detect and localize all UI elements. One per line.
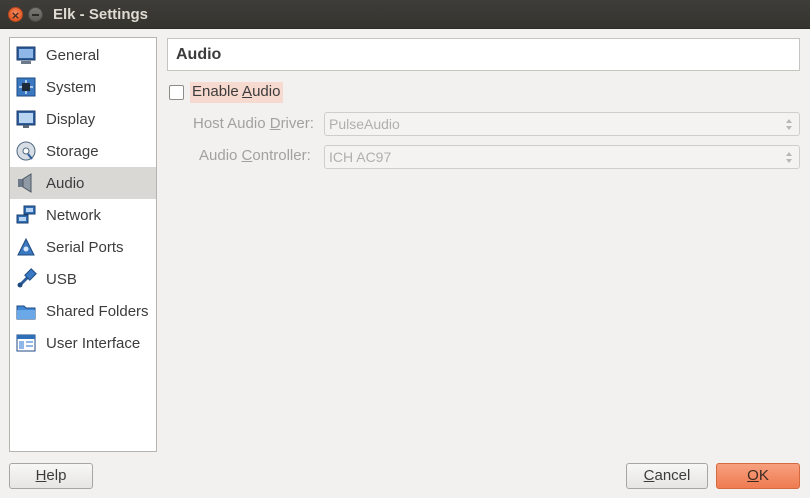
button-mnemonic: H bbox=[35, 467, 47, 484]
enable-audio-checkbox[interactable] bbox=[169, 85, 184, 100]
button-label: elp bbox=[46, 467, 67, 484]
sidebar-item-label: General bbox=[46, 46, 100, 64]
general-icon bbox=[15, 44, 37, 66]
sidebar-item-label: Network bbox=[46, 206, 102, 224]
enable-audio-label[interactable]: Enable Audio bbox=[190, 82, 284, 103]
label-mnemonic: A bbox=[242, 83, 253, 100]
label-text: Host Audio bbox=[193, 115, 270, 132]
sidebar-item-label: Serial Ports bbox=[46, 238, 124, 256]
display-icon bbox=[15, 108, 37, 130]
label-text: Enable bbox=[192, 83, 243, 100]
network-icon bbox=[15, 204, 37, 226]
sidebar-item-label: User Interface bbox=[46, 334, 141, 352]
settings-sidebar: General System Display Storage Audio Net… bbox=[9, 37, 157, 452]
close-window-button[interactable]: × bbox=[8, 7, 23, 22]
label-mnemonic: C bbox=[241, 147, 253, 164]
shared-folders-icon bbox=[15, 300, 37, 322]
audio-controller-label: Audio Controller: bbox=[199, 147, 311, 164]
sidebar-item-label: USB bbox=[46, 270, 77, 288]
sidebar-item-serial-ports[interactable]: Serial Ports bbox=[10, 231, 156, 263]
spin-arrows-icon bbox=[786, 119, 792, 130]
sidebar-item-label: Shared Folders bbox=[46, 302, 149, 320]
usb-icon bbox=[15, 268, 37, 290]
help-button[interactable]: Help bbox=[9, 463, 93, 489]
spin-arrows-icon bbox=[786, 152, 792, 163]
page-title: Audio bbox=[176, 46, 222, 63]
sidebar-item-audio[interactable]: Audio bbox=[10, 167, 156, 199]
button-label: ancel bbox=[654, 467, 691, 484]
sidebar-item-storage[interactable]: Storage bbox=[10, 135, 156, 167]
button-mnemonic: C bbox=[643, 467, 655, 484]
label-mnemonic: D bbox=[269, 115, 281, 132]
audio-controller-value: ICH AC97 bbox=[329, 149, 392, 165]
sidebar-item-user-interface[interactable]: User Interface bbox=[10, 327, 156, 359]
window-title: Elk - Settings bbox=[53, 6, 149, 23]
cancel-button[interactable]: Cancel bbox=[626, 463, 708, 489]
audio-icon bbox=[15, 172, 37, 194]
sidebar-item-system[interactable]: System bbox=[10, 71, 156, 103]
button-label: K bbox=[758, 467, 769, 484]
sidebar-item-display[interactable]: Display bbox=[10, 103, 156, 135]
title-bar: × Elk - Settings bbox=[0, 0, 810, 29]
sidebar-item-label: Display bbox=[46, 110, 96, 128]
ok-button[interactable]: OK bbox=[716, 463, 800, 489]
system-icon bbox=[15, 76, 37, 98]
sidebar-item-general[interactable]: General bbox=[10, 39, 156, 71]
storage-icon bbox=[15, 140, 37, 162]
sidebar-item-shared-folders[interactable]: Shared Folders bbox=[10, 295, 156, 327]
label-text: river: bbox=[280, 115, 314, 132]
audio-controller-select[interactable]: ICH AC97 bbox=[324, 145, 800, 169]
sidebar-item-label: Storage bbox=[46, 142, 99, 160]
label-text: ontroller: bbox=[252, 147, 311, 164]
sidebar-item-network[interactable]: Network bbox=[10, 199, 156, 231]
label-text: udio bbox=[252, 83, 281, 100]
host-audio-driver-select[interactable]: PulseAudio bbox=[324, 112, 800, 136]
host-audio-driver-value: PulseAudio bbox=[329, 116, 400, 132]
button-mnemonic: O bbox=[747, 467, 759, 484]
user-interface-icon bbox=[15, 332, 37, 354]
serial-ports-icon bbox=[15, 236, 37, 258]
sidebar-item-label: Audio bbox=[46, 174, 85, 192]
label-text: Audio bbox=[199, 147, 242, 164]
sidebar-item-label: System bbox=[46, 78, 97, 96]
minimize-window-button[interactable] bbox=[28, 7, 43, 22]
page-header: Audio bbox=[167, 38, 800, 71]
sidebar-item-usb[interactable]: USB bbox=[10, 263, 156, 295]
host-audio-driver-label: Host Audio Driver: bbox=[193, 115, 314, 132]
